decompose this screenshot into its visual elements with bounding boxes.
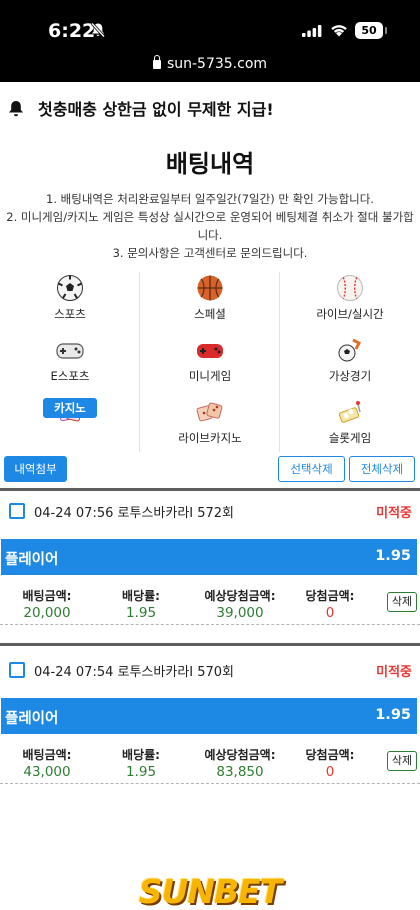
rule-item: 1. 배팅내역은 처리완료일부터 일주일간(7일간) 만 확인 가능합니다. — [46, 192, 374, 206]
wifi-icon — [331, 25, 347, 37]
bet-expected-label: 예상당첨금액: — [204, 748, 276, 762]
baseball-icon — [337, 275, 363, 301]
dice-icon — [196, 402, 223, 422]
bet-datetime: 04-24 07:56 — [34, 506, 114, 521]
basketball-icon — [197, 275, 223, 301]
bet-pick: 플레이어 — [5, 552, 59, 568]
category-esports[interactable]: E스포츠 — [0, 330, 140, 386]
status-time: 6:22 — [48, 20, 96, 42]
rule-item: 2. 미니게임/카지노 게임은 특성상 실시간으로 운영되어 베팅체결 취소가 … — [6, 210, 414, 242]
notice-text: 첫충매충 상한금 없이 무제한 지급! — [38, 100, 274, 119]
category-live-casino[interactable]: 라이브카지노 — [140, 392, 280, 448]
category-label: 라이브/실시간 — [316, 307, 384, 321]
bet-won-value: 0 — [325, 764, 335, 780]
page-title: 배팅내역 — [165, 150, 255, 178]
bet-status: 미적중 — [376, 665, 412, 680]
bet-pick-bar: 플레이어 1.95 — [1, 698, 417, 734]
category-casino-label[interactable]: 카지노 — [43, 398, 97, 418]
address-bar[interactable]: sun-5735.com — [0, 55, 420, 72]
bet-odds-label: 배당률: — [122, 589, 160, 603]
bet-card-header: 04-24 07:54 로투스바카라I 570회 미적중 — [0, 650, 420, 690]
bet-pick: 플레이어 — [5, 711, 59, 727]
card-dashed-divider — [0, 783, 420, 784]
bet-delete-button[interactable]: 삭제 — [387, 592, 417, 612]
bell-icon — [9, 101, 23, 117]
brand-logo[interactable]: SUNBET — [130, 872, 290, 910]
bet-game: 로투스바카라I 570회 — [117, 665, 235, 680]
slot-machine-icon — [338, 401, 361, 423]
category-label: 슬롯게임 — [328, 431, 372, 445]
bet-delete-button[interactable]: 삭제 — [387, 751, 417, 771]
bet-card: 04-24 07:54 로투스바카라I 570회 미적중 플레이어 1.95 배… — [0, 650, 420, 790]
bet-amount-value: 43,000 — [23, 764, 71, 780]
category-live[interactable]: 라이브/실시간 — [280, 268, 420, 324]
status-bar: 6:22 50 sun-5735.com — [0, 0, 420, 82]
url-text: sun-5735.com — [166, 56, 268, 72]
category-label: 스페셜 — [194, 307, 226, 321]
soccer-kick-icon — [338, 338, 362, 362]
logo-text: SUNBET — [138, 872, 282, 910]
category-minigame[interactable]: 미니게임 — [140, 330, 280, 386]
bet-title: 04-24 07:54 로투스바카라I 570회 — [34, 661, 234, 680]
history-attach-button[interactable]: 내역첨부 — [4, 456, 67, 482]
bet-odds-value: 1.95 — [125, 605, 157, 621]
bet-odds-label: 배당률: — [122, 748, 160, 762]
bet-pick-bar: 플레이어 1.95 — [1, 539, 417, 575]
delete-selected-button[interactable]: 선택삭제 — [278, 456, 345, 482]
delete-all-button[interactable]: 전체삭제 — [349, 456, 415, 482]
category-label: 미니게임 — [188, 369, 232, 383]
gamepad-icon — [56, 343, 84, 359]
bet-won-label: 당첨금액: — [305, 589, 355, 603]
notice-banner: 첫충매충 상한금 없이 무제한 지급! — [0, 82, 420, 130]
rule-item: 3. 문의사항은 고객센터로 문의드립니다. — [112, 246, 308, 260]
bet-amount-value: 20,000 — [23, 605, 71, 621]
category-label: E스포츠 — [50, 369, 90, 383]
soccer-ball-icon — [57, 275, 83, 301]
category-label: 가상경기 — [328, 369, 372, 383]
bet-expected-label: 예상당첨금액: — [204, 589, 276, 603]
lock-icon — [152, 55, 161, 69]
cellular-signal-icon — [302, 25, 322, 37]
section-divider — [0, 643, 420, 646]
battery-indicator: 50 — [355, 22, 387, 39]
category-slots[interactable]: 슬롯게임 — [280, 392, 420, 448]
bet-title: 04-24 07:56 로투스바카라I 572회 — [34, 502, 234, 521]
bet-amount-label: 배팅금액: — [22, 748, 72, 762]
bet-card-header: 04-24 07:56 로투스바카라I 572회 미적중 — [0, 491, 420, 531]
bet-datetime: 04-24 07:54 — [34, 665, 114, 680]
bet-won-label: 당첨금액: — [305, 748, 355, 762]
bet-game: 로투스바카라I 572회 — [117, 506, 235, 521]
category-virtual[interactable]: 가상경기 — [280, 330, 420, 386]
rules-list: 1. 배팅내역은 처리완료일부터 일주일간(7일간) 만 확인 가능합니다. 2… — [6, 190, 414, 262]
bet-odds-value: 1.95 — [125, 764, 157, 780]
card-dashed-divider — [0, 624, 420, 625]
red-gamepad-icon — [197, 344, 223, 358]
bet-expected-value: 39,000 — [216, 605, 264, 621]
bell-muted-icon — [90, 22, 106, 38]
bet-won-value: 0 — [325, 605, 335, 621]
category-label: 스포츠 — [54, 307, 86, 321]
bet-expected-value: 83,850 — [216, 764, 264, 780]
bet-select-checkbox[interactable] — [9, 662, 25, 678]
category-sports[interactable]: 스포츠 — [0, 268, 140, 324]
bet-status: 미적중 — [376, 506, 412, 521]
bet-pick-odds: 1.95 — [375, 707, 411, 723]
bet-select-checkbox[interactable] — [9, 503, 25, 519]
bet-card: 04-24 07:56 로투스바카라I 572회 미적중 플레이어 1.95 배… — [0, 491, 420, 631]
bet-amount-label: 배팅금액: — [22, 589, 72, 603]
category-special[interactable]: 스페셜 — [140, 268, 280, 324]
category-label: 라이브카지노 — [178, 431, 242, 445]
bet-pick-odds: 1.95 — [375, 548, 411, 564]
